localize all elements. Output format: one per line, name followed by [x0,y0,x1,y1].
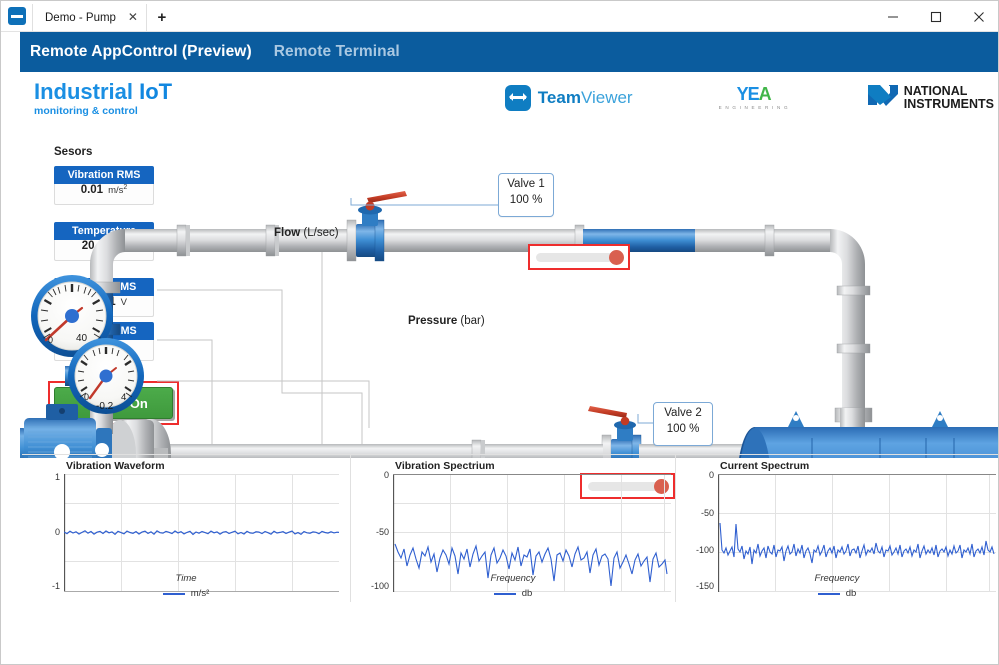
chart3-series-path [719,522,995,565]
yea-logo-subtext: E N G I N E E R I N G [718,105,789,110]
chart3-ytick-m100: -100 [695,545,714,555]
teamviewer-app-icon [8,7,26,25]
ni-text-line2: INSTRUMENTS [903,96,994,111]
charts-row: Vibration Waveform 1 0 -1 Time m/s² Vibr… [22,454,998,659]
sensor-leader-lines [157,240,370,458]
chart2-xlabel: Frequency [490,573,536,584]
valve-1-slider-highlight [528,244,630,270]
chart3-ytick-0: 0 [708,470,714,480]
chart3-ytick-m50: -50 [700,508,714,518]
chart2-ytick-0: 0 [383,470,389,480]
chart3-legend: db [676,588,998,599]
process-diagram: 0 40 0 -0.2 4 Flow (L/sec) Pressure (bar… [20,128,998,499]
tab-label: Demo - Pump [45,11,116,24]
brand-subtitle: monitoring & control [34,105,138,117]
pressure-gauge-max-tick: 4 [121,392,126,403]
chart-title: Vibration Waveform [66,460,165,472]
yea-logo: YEA E N G I N E E R I N G [719,85,789,110]
flow-gauge-reading: 0 [48,335,53,345]
valve-2-callout[interactable]: Valve 2 100 % [653,402,713,446]
chart1-legend: m/s² [22,588,350,599]
national-instruments-wordmark: NATIONAL INSTRUMENTS [904,85,994,110]
pressure-gauge-reading: -0.2 [96,401,114,412]
flow-gauge-max-tick: 40 [76,333,88,344]
yea-letter-e: E [747,84,760,104]
valve-1-callout[interactable]: Valve 1 100 % [498,173,554,217]
chart2-legend-label: db [521,588,533,599]
pipe-elbow-right [830,229,865,424]
chart2-legend: db [351,588,675,599]
valve-1-value: 100 % [509,194,543,206]
chart1-legend-swatch [162,592,185,595]
brand-title: Industrial IoT [34,80,172,104]
close-icon[interactable] [957,1,998,32]
flow-gauge-label: Flow (L/sec) [274,227,339,239]
svg-text:0: 0 [84,392,89,402]
pipe-flanges-upper-right [764,224,775,257]
yea-logo-letters: YEA [719,85,789,103]
teamviewer-logo-text: TeamViewer [538,88,633,108]
maximize-icon[interactable] [914,1,957,32]
brand-title-part1: Industrial [34,79,140,104]
valve-2-name: Valve 2 [664,407,702,419]
tab-demo-pump[interactable]: Demo - Pump ✕ [32,4,147,31]
yea-letter-y: Y [736,84,749,104]
chart3-xlabel: Frequency [814,573,860,584]
valve-1-slider-thumb[interactable] [609,249,624,265]
pipe-upper-right [695,229,830,252]
window-titlebar: Demo - Pump ✕ + [1,1,998,32]
pressure-gauge-graphic: 0 -0.2 4 [68,338,144,414]
nav-remote-terminal[interactable]: Remote Terminal [252,43,400,61]
teamviewer-logo: TeamViewer [504,84,633,111]
minimize-icon[interactable] [871,1,914,32]
chart-title: Vibration Spectrium [395,460,495,472]
chart2-ytick-m50: -50 [375,527,389,537]
valve-2-value: 100 % [666,423,700,435]
chart-vibration-spectrum: Vibration Spectrium 0 -50 -100 Frequency… [350,454,675,602]
chart3-legend-swatch [817,592,840,595]
pressure-gauge-label: Pressure (bar) [408,315,485,327]
national-instruments-logo: NATIONAL INSTRUMENTS [867,82,994,113]
chart-vibration-waveform: Vibration Waveform 1 0 -1 Time m/s² [22,454,350,602]
national-instruments-eagle-icon [867,82,901,113]
close-tab-icon[interactable]: ✕ [126,10,140,25]
app-header: Industrial IoT monitoring & control Team… [20,72,998,128]
window-controls [871,1,998,32]
brand-block: Industrial IoT monitoring & control [34,80,172,118]
chart2-legend-swatch [493,592,516,595]
partner-logos: TeamViewer YEA E N G I N E E R I N G NAT… [504,82,994,113]
app-navbar: Remote AppControl (Preview) Remote Termi… [20,32,998,72]
valve-1-name: Valve 1 [507,178,545,190]
chart1-ytick-1: 1 [54,472,60,482]
teamviewer-logo-light: Viewer [580,87,633,107]
yea-letter-a: A [758,84,772,104]
nav-remote-appcontrol[interactable]: Remote AppControl (Preview) [20,43,252,61]
chart1-legend-label: m/s² [190,588,210,599]
chart-current-spectrum: Current Spectrum 0 -50 -100 -150 Frequen… [675,454,998,602]
ni-text-line1: NATIONAL [903,84,968,98]
chart-title: Current Spectrum [720,460,810,472]
chart1-ytick-0: 0 [54,527,60,537]
app-window: Demo - Pump ✕ + Remote AppControl (Previ… [0,0,999,665]
valve-1-slider[interactable] [536,249,624,265]
app-content: Industrial IoT monitoring & control Team… [20,72,998,664]
chart1-xlabel: Time [175,573,197,584]
pipe-elbow-left [90,229,125,288]
brand-title-part2: IoT [139,79,173,104]
teamviewer-logo-icon [504,84,531,111]
tab-strip: Demo - Pump ✕ + [32,1,177,31]
chart3-legend-label: db [845,588,857,599]
new-tab-icon[interactable]: + [147,4,177,31]
teamviewer-logo-bold: Team [537,87,581,107]
